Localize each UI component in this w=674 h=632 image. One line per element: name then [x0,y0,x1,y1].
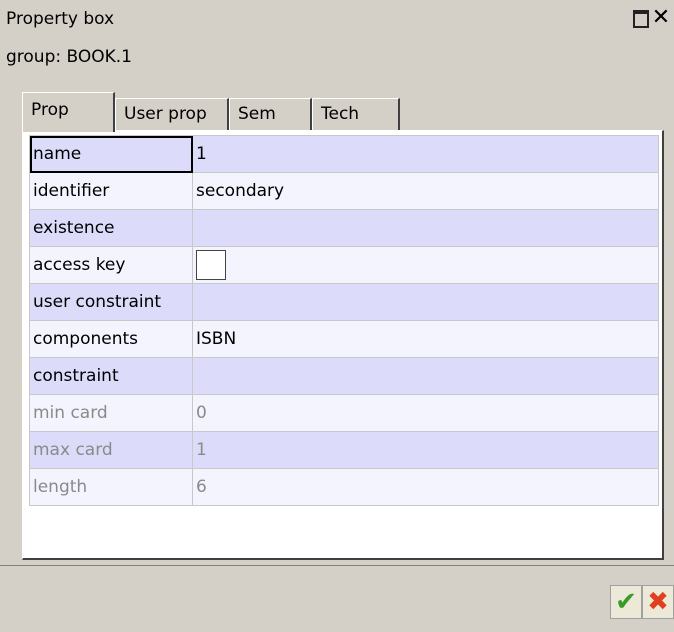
cancel-button[interactable]: ✖ [642,585,674,619]
property-length-key: length [29,468,193,506]
property-identifier-value[interactable]: secondary [192,172,659,210]
close-icon[interactable]: ✕ [650,6,672,30]
property-access-key-value [192,246,659,284]
tab-prop[interactable]: Prop [22,92,115,132]
property-existence-key[interactable]: existence [29,209,193,247]
table-row: constraint [29,357,659,395]
table-row: access key [29,246,659,284]
property-user-constraint-value[interactable] [192,283,659,321]
table-row: length 6 [29,468,659,506]
table-row: identifier secondary [29,172,659,210]
table-row: components ISBN [29,320,659,358]
table-row: min card 0 [29,394,659,432]
property-min-card-key: min card [29,394,193,432]
property-constraint-value[interactable] [192,357,659,395]
property-access-key-key[interactable]: access key [29,246,193,284]
property-user-constraint-key[interactable]: user constraint [29,283,193,321]
property-min-card-value: 0 [192,394,659,432]
property-max-card-value: 1 [192,431,659,469]
table-row: existence [29,209,659,247]
property-max-card-key: max card [29,431,193,469]
group-label: group: BOOK.1 [6,47,132,67]
title-bar: Property box ✕ [0,0,674,38]
table-row: user constraint [29,283,659,321]
table-row: max card 1 [29,431,659,469]
property-identifier-key[interactable]: identifier [29,172,193,210]
properties-table: name 1 identifier secondary existence ac… [29,135,659,506]
properties-panel: name 1 identifier secondary existence ac… [22,130,664,560]
access-key-checkbox[interactable] [196,250,226,280]
property-components-value[interactable]: ISBN [192,320,659,358]
property-box-window: Property box ✕ group: BOOK.1 Prop User p… [0,0,674,632]
property-length-value: 6 [192,468,659,506]
property-name-value[interactable]: 1 [192,135,659,173]
ok-button[interactable]: ✔ [610,585,642,619]
restore-icon[interactable] [630,6,652,30]
property-components-key[interactable]: components [29,320,193,358]
tab-sem[interactable]: Sem [229,98,312,131]
tab-user-prop[interactable]: User prop [115,98,229,131]
window-title: Property box [6,9,115,29]
property-constraint-key[interactable]: constraint [29,357,193,395]
property-name-key[interactable]: name [29,135,193,173]
property-existence-value[interactable] [192,209,659,247]
tab-tech[interactable]: Tech [312,98,400,131]
table-row: name 1 [29,135,659,173]
footer-divider [0,565,674,566]
